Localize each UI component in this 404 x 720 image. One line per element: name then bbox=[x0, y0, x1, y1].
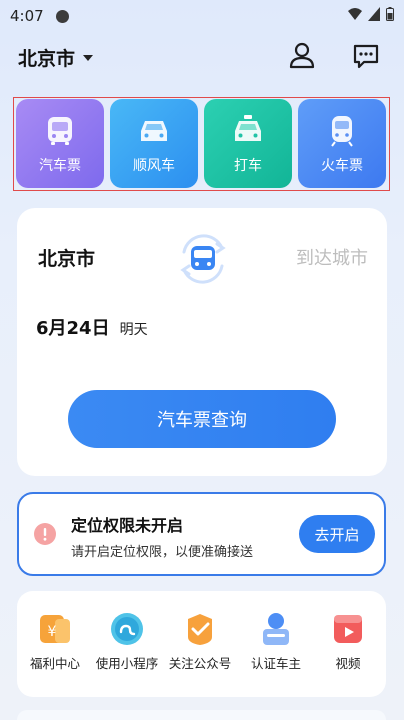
notification-dot-icon bbox=[55, 9, 69, 23]
travel-date-relative: 明天 bbox=[119, 322, 148, 338]
city-selector[interactable]: 北京市 bbox=[18, 44, 94, 71]
svg-text:¥: ¥ bbox=[48, 624, 57, 640]
shortcut-label: 福利中心 bbox=[29, 656, 80, 671]
shortcut-welfare[interactable]: ¥ 福利中心 bbox=[18, 609, 92, 685]
arrival-city[interactable]: 到达城市 bbox=[296, 244, 368, 270]
bus-ticket-search-button[interactable]: 汽车票查询 bbox=[68, 390, 336, 448]
status-bar: 4:07 bbox=[0, 0, 404, 32]
next-card-peek bbox=[17, 710, 386, 720]
taxi-icon bbox=[235, 115, 261, 141]
warning-icon bbox=[34, 523, 56, 545]
bus-icon bbox=[48, 117, 72, 145]
service-label: 汽车票 bbox=[39, 158, 81, 174]
date-picker[interactable]: 6月24日 明天 bbox=[36, 314, 148, 340]
service-tabs: 汽车票 顺风车 打车 火车票 bbox=[16, 99, 388, 188]
enable-location-button[interactable]: 去开启 bbox=[299, 515, 375, 553]
travel-date: 6月24日 bbox=[36, 318, 110, 339]
service-taxi[interactable]: 打车 bbox=[204, 99, 292, 188]
car-icon bbox=[141, 121, 167, 141]
location-permission-notice: 定位权限未开启 请开启定位权限，以便准确接送 去开启 bbox=[17, 492, 386, 576]
mini-program-icon bbox=[111, 613, 143, 645]
status-time: 4:07 bbox=[10, 7, 44, 25]
message-icon[interactable] bbox=[350, 40, 382, 72]
train-icon bbox=[331, 116, 353, 147]
departure-city[interactable]: 北京市 bbox=[38, 244, 95, 271]
shortcut-label: 关注公众号 bbox=[168, 656, 232, 671]
wifi-icon bbox=[348, 8, 362, 20]
shortcut-mini-program[interactable]: 使用小程序 bbox=[90, 609, 164, 685]
header: 北京市 bbox=[0, 36, 404, 80]
user-profile-icon[interactable] bbox=[286, 40, 318, 72]
status-icons bbox=[348, 7, 394, 21]
shortcut-label: 视频 bbox=[335, 656, 361, 671]
notice-title: 定位权限未开启 bbox=[71, 516, 184, 535]
signal-icon bbox=[368, 7, 380, 21]
service-bus-ticket[interactable]: 汽车票 bbox=[16, 99, 104, 188]
shortcut-official-account[interactable]: 关注公众号 bbox=[163, 609, 237, 685]
current-city: 北京市 bbox=[18, 48, 76, 70]
driver-verify-icon bbox=[263, 613, 289, 645]
ticket-search-card: 北京市 到达城市 6月24日 明天 汽车票查询 bbox=[17, 208, 387, 476]
shortcut-label: 认证车主 bbox=[250, 656, 301, 671]
swap-cities-icon[interactable] bbox=[170, 226, 236, 292]
official-account-icon bbox=[188, 614, 212, 645]
service-label: 顺风车 bbox=[133, 158, 175, 174]
shortcut-video[interactable]: 视频 bbox=[311, 609, 385, 685]
notice-description: 请开启定位权限，以便准确接送 bbox=[71, 545, 254, 560]
shortcut-grid: ¥ 福利中心 使用小程序 关注公众号 认证车主 视频 bbox=[17, 591, 386, 697]
battery-icon bbox=[386, 7, 394, 21]
service-train-ticket[interactable]: 火车票 bbox=[298, 99, 386, 188]
video-icon bbox=[334, 615, 362, 643]
shortcut-label: 使用小程序 bbox=[95, 656, 159, 671]
service-label: 打车 bbox=[234, 158, 262, 174]
caret-down-icon bbox=[83, 54, 94, 61]
shortcut-driver-verify[interactable]: 认证车主 bbox=[239, 609, 313, 685]
service-label: 火车票 bbox=[321, 158, 363, 174]
service-carpool[interactable]: 顺风车 bbox=[110, 99, 198, 188]
welfare-icon: ¥ bbox=[40, 615, 70, 643]
